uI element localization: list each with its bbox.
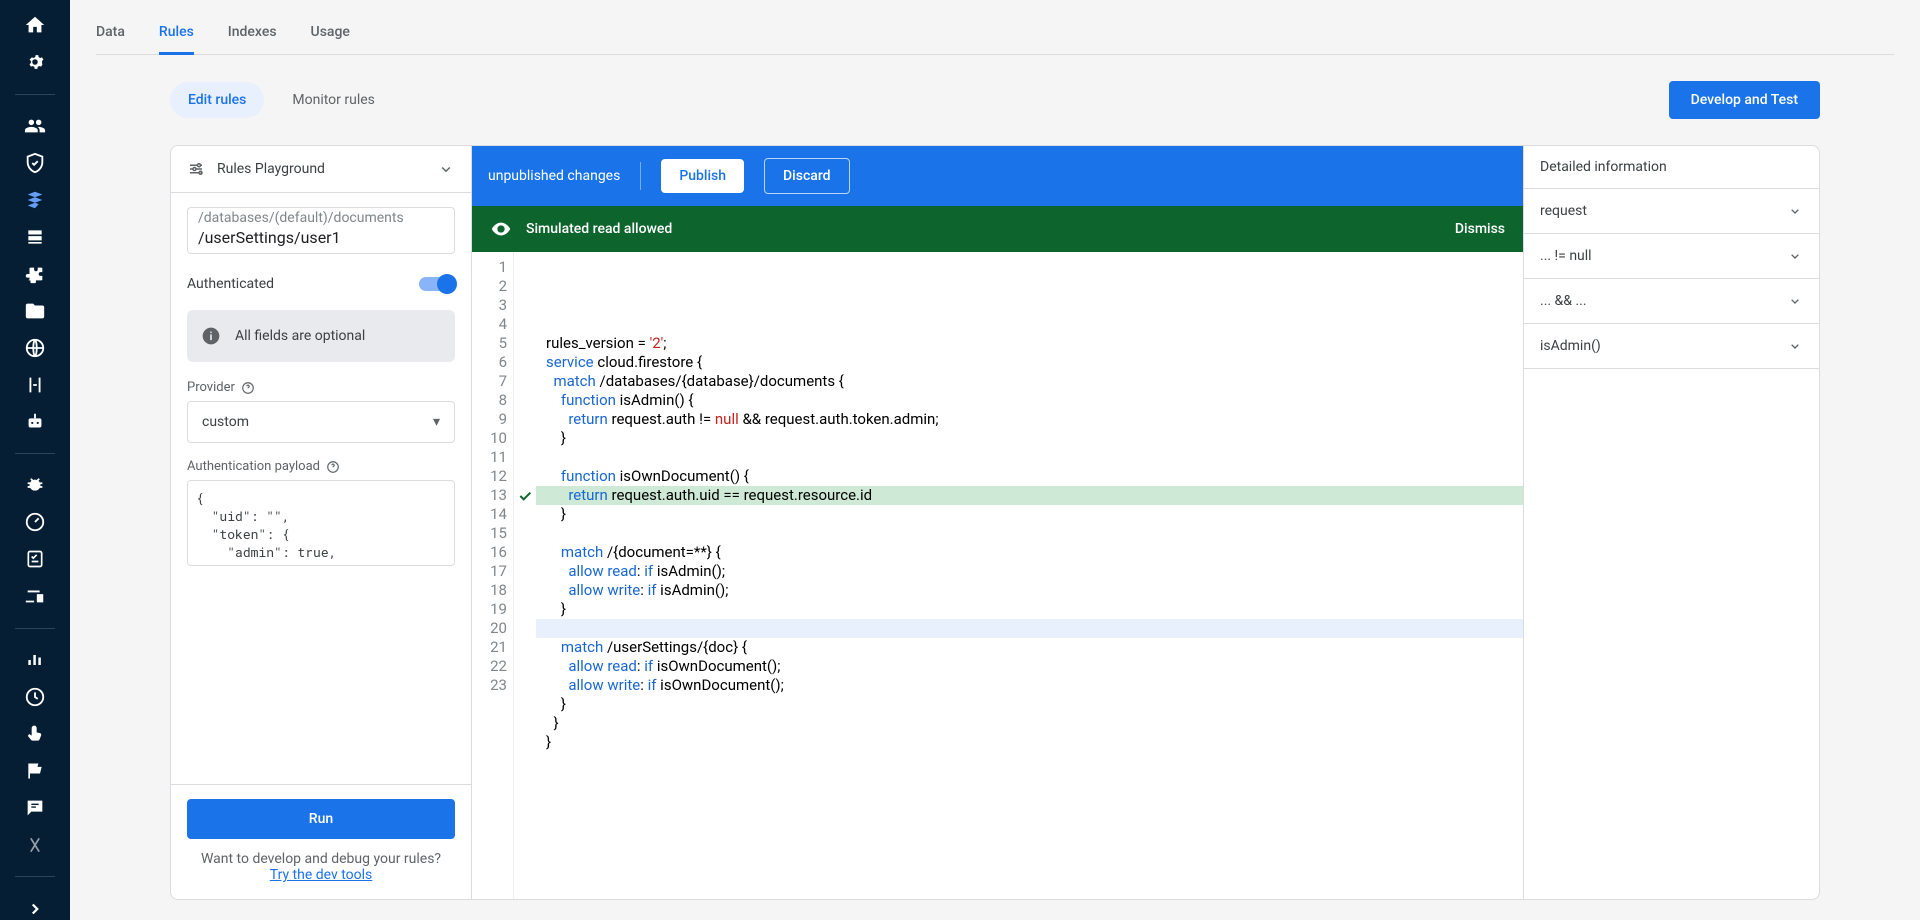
dismiss-button[interactable]: Dismiss	[1455, 221, 1505, 237]
main-content: Data Rules Indexes Usage Edit rules Moni…	[70, 0, 1920, 920]
discard-button[interactable]: Discard	[764, 158, 849, 194]
authenticated-toggle[interactable]	[419, 277, 455, 291]
globe-icon[interactable]	[23, 336, 47, 359]
gear-icon[interactable]	[23, 51, 47, 74]
dev-hint-text: Want to develop and debug your rules?	[201, 851, 441, 867]
tab-rules[interactable]: Rules	[159, 12, 194, 55]
develop-and-test-button[interactable]: Develop and Test	[1669, 81, 1820, 119]
details-title: Detailed information	[1524, 146, 1819, 189]
detail-row[interactable]: ... && ...	[1524, 279, 1819, 324]
check-icon	[516, 486, 534, 505]
unpublished-status: unpublished changes	[488, 168, 620, 184]
message-icon[interactable]	[23, 796, 47, 819]
touch-icon[interactable]	[23, 723, 47, 746]
chevron-down-icon	[1787, 338, 1803, 354]
chevron-down-icon	[1787, 203, 1803, 219]
help-icon[interactable]	[241, 381, 255, 395]
dropdown-arrow-icon: ▾	[433, 414, 440, 430]
tab-usage[interactable]: Usage	[311, 12, 350, 54]
expand-icon[interactable]	[23, 897, 47, 920]
detail-row[interactable]: ... != null	[1524, 234, 1819, 279]
database-icon[interactable]	[23, 226, 47, 249]
analytics-icon[interactable]	[23, 649, 47, 672]
chevron-down-icon	[1787, 293, 1803, 309]
rules-subtabs: Edit rules Monitor rules	[170, 82, 393, 118]
ab-test-icon[interactable]	[23, 833, 47, 856]
detail-row[interactable]: request	[1524, 189, 1819, 234]
info-banner: All fields are optional	[187, 310, 455, 362]
functions-icon[interactable]	[23, 373, 47, 396]
people-icon[interactable]	[23, 115, 47, 138]
provider-label: Provider	[187, 380, 235, 395]
folder-icon[interactable]	[23, 299, 47, 322]
help-icon[interactable]	[326, 460, 340, 474]
checklist-icon[interactable]	[23, 548, 47, 571]
top-tabs: Data Rules Indexes Usage	[96, 0, 1894, 55]
authenticated-label: Authenticated	[187, 276, 274, 292]
sliders-icon	[187, 160, 205, 178]
robot-icon[interactable]	[23, 410, 47, 433]
dashboard-icon[interactable]	[23, 511, 47, 534]
simulation-result-bar: Simulated read allowed Dismiss	[472, 206, 1523, 252]
left-nav-rail	[0, 0, 70, 920]
extensions-icon[interactable]	[23, 262, 47, 285]
location-path-field[interactable]: /databases/(default)/documents	[187, 207, 455, 254]
detail-row[interactable]: isAdmin()	[1524, 324, 1819, 369]
bug-icon[interactable]	[23, 474, 47, 497]
info-icon	[201, 326, 221, 346]
chevron-down-icon	[1787, 248, 1803, 264]
provider-select[interactable]: custom ▾	[187, 401, 455, 443]
auth-payload-textarea[interactable]: { "uid": "", "token": { "admin": true,	[187, 480, 455, 566]
rules-playground-title: Rules Playground	[217, 161, 325, 177]
publish-button[interactable]: Publish	[661, 159, 744, 193]
path-placeholder: /databases/(default)/documents	[198, 210, 444, 226]
dev-tools-link[interactable]: Try the dev tools	[270, 867, 373, 883]
rules-playground-header[interactable]: Rules Playground	[171, 146, 471, 193]
subtab-edit-rules[interactable]: Edit rules	[170, 82, 264, 118]
flag-icon[interactable]	[23, 759, 47, 782]
chevron-down-icon	[437, 160, 455, 178]
home-icon[interactable]	[23, 14, 47, 37]
details-panel: Detailed information request... != null.…	[1524, 146, 1819, 899]
path-input[interactable]	[198, 228, 444, 247]
editor-panel: unpublished changes Publish Discard Simu…	[472, 146, 1524, 899]
eye-icon	[490, 218, 512, 240]
devices-icon[interactable]	[23, 585, 47, 608]
tab-data[interactable]: Data	[96, 12, 125, 54]
code-editor[interactable]: 1234567891011121314151617181920212223 ru…	[472, 252, 1523, 899]
shield-check-icon[interactable]	[23, 152, 47, 175]
tab-indexes[interactable]: Indexes	[228, 12, 277, 54]
editor-top-bar: unpublished changes Publish Discard	[472, 146, 1523, 206]
payload-label: Authentication payload	[187, 459, 320, 474]
subtab-monitor-rules[interactable]: Monitor rules	[274, 82, 393, 118]
rules-playground-panel: Rules Playground /databases/(default)/do…	[171, 146, 472, 899]
run-button[interactable]: Run	[187, 799, 455, 839]
simulation-message: Simulated read allowed	[526, 221, 1441, 237]
clock-icon[interactable]	[23, 686, 47, 709]
firestore-icon[interactable]	[23, 189, 47, 212]
